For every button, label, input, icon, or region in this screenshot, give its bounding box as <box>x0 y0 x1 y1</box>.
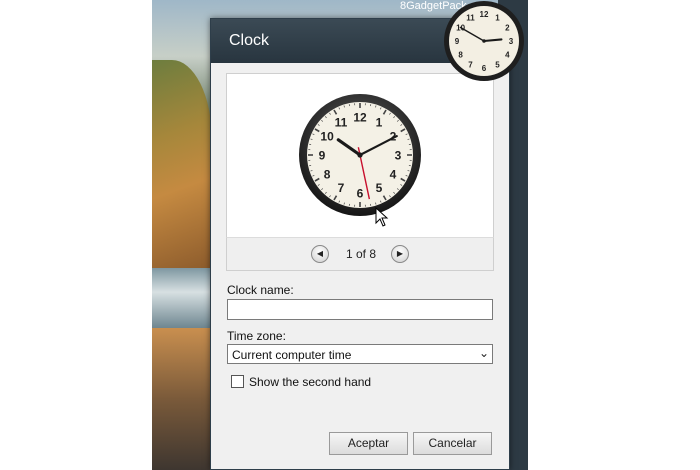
preview-clock-numeral: 12 <box>353 110 367 124</box>
second-hand-checkbox[interactable] <box>231 375 244 388</box>
wallpaper-beach <box>152 328 212 470</box>
clock-settings-dialog: Clock 12 1 2 3 4 5 6 7 8 9 10 11 ◀ 1 of 8 ▶ <box>210 18 510 470</box>
gadget-clock-numeral: 4 <box>505 50 510 59</box>
desktop-clock-gadget[interactable]: 121234567891011 <box>443 0 525 82</box>
chevron-down-icon: ⌄ <box>478 346 489 360</box>
preview-clock-numeral: 10 <box>320 129 334 143</box>
gadget-clock-numeral: 11 <box>466 13 475 22</box>
time-zone-label: Time zone: <box>227 329 286 343</box>
wallpaper-sea <box>152 268 212 328</box>
wallpaper-cliff <box>152 60 212 270</box>
previous-style-button[interactable]: ◀ <box>311 245 329 263</box>
gadget-clock-numeral: 2 <box>505 23 510 32</box>
chevron-left-icon: ◀ <box>316 249 324 258</box>
gadget-clock-numeral: 5 <box>495 60 500 69</box>
preview-clock-numeral: 1 <box>376 115 383 129</box>
preview-clock-numeral: 7 <box>338 181 345 195</box>
clock-style-pager: ◀ 1 of 8 ▶ <box>226 237 494 271</box>
preview-clock-numeral: 11 <box>335 115 348 129</box>
clock-name-label: Clock name: <box>227 283 294 297</box>
preview-clock-numeral: 5 <box>376 181 383 195</box>
chevron-right-icon: ▶ <box>396 249 404 258</box>
preview-clock-numeral: 8 <box>324 167 331 181</box>
time-zone-value: Current computer time <box>232 348 352 362</box>
preview-clock-numeral: 4 <box>390 167 397 181</box>
clock-name-input[interactable] <box>227 299 493 320</box>
next-style-button[interactable]: ▶ <box>391 245 409 263</box>
dialog-title: Clock <box>229 32 270 49</box>
gadget-clock-center-pin <box>482 39 486 43</box>
page-indicator: 1 of 8 <box>345 247 377 261</box>
preview-clock-numeral: 3 <box>395 148 402 162</box>
preview-clock-numeral: 6 <box>357 186 364 200</box>
second-hand-label[interactable]: Show the second hand <box>249 375 371 389</box>
gadget-clock-numeral: 6 <box>482 64 487 73</box>
desktop: 8GadgetPack Clock 12 1 2 3 4 5 6 7 8 9 10 11 <box>0 0 700 470</box>
gadget-clock-numeral: 1 <box>495 13 500 22</box>
mouse-pointer-icon <box>375 207 389 227</box>
preview-clock-center-pin <box>357 152 363 158</box>
gadget-clock-numeral: 9 <box>455 37 460 46</box>
cancel-button[interactable]: Cancelar <box>413 432 492 455</box>
accept-button[interactable]: Aceptar <box>329 432 408 455</box>
gadget-clock-numeral: 3 <box>509 37 514 46</box>
clock-preview-face: 12 1234567891011 <box>299 94 421 216</box>
gadget-clock-numeral: 8 <box>458 50 463 59</box>
time-zone-select[interactable]: Current computer time ⌄ <box>227 344 493 364</box>
gadget-clock-numeral: 12 <box>480 10 489 19</box>
preview-clock-numeral: 9 <box>319 148 326 162</box>
gadget-clock-numeral: 7 <box>468 60 473 69</box>
